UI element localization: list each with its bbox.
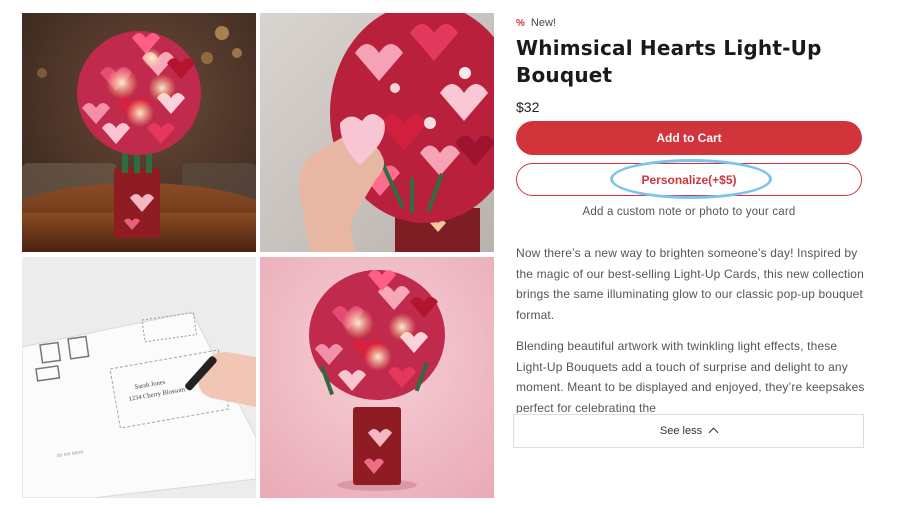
add-to-cart-button[interactable]: Add to Cart xyxy=(516,121,862,155)
postcard-writing-photo: Sarah Jones 1234 Cherry Blossom do not b… xyxy=(22,257,256,498)
percent-icon: % xyxy=(516,17,525,29)
product-description: Now there’s a new way to brighten someon… xyxy=(516,243,866,413)
gallery-image-4[interactable] xyxy=(260,257,494,498)
product-title-line-2: Bouquet xyxy=(516,63,613,87)
product-info: % New! Whimsical Hearts Light-Up Bouquet… xyxy=(513,13,866,448)
bouquet-table-photo xyxy=(22,13,256,252)
product-price: $32 xyxy=(516,99,540,115)
new-badge-label: New! xyxy=(530,17,556,29)
product-gallery: Sarah Jones 1234 Cherry Blossom do not b… xyxy=(22,13,494,498)
personalize-button[interactable]: Personalize(+$5) xyxy=(516,163,862,196)
personalize-note: Add a custom note or photo to your card xyxy=(582,206,796,218)
hand-heart-photo xyxy=(260,13,494,252)
gallery-image-3[interactable]: Sarah Jones 1234 Cherry Blossom do not b… xyxy=(22,257,256,498)
chevron-up-icon xyxy=(708,427,719,438)
description-paragraph-2: Blending beautiful artwork with twinklin… xyxy=(516,338,865,413)
new-badge: % New! xyxy=(516,17,866,29)
gallery-image-2[interactable] xyxy=(260,13,494,252)
description-paragraph-1: Now there’s a new way to brighten someon… xyxy=(516,246,864,323)
see-less-button[interactable]: See less xyxy=(513,414,864,448)
product-title: Whimsical Hearts Light-Up Bouquet xyxy=(516,35,866,89)
product-title-line-1: Whimsical Hearts Light-Up xyxy=(516,36,822,60)
gallery-image-1[interactable] xyxy=(22,13,256,252)
bouquet-pink-photo xyxy=(260,257,494,498)
see-less-label: See less xyxy=(659,425,703,437)
